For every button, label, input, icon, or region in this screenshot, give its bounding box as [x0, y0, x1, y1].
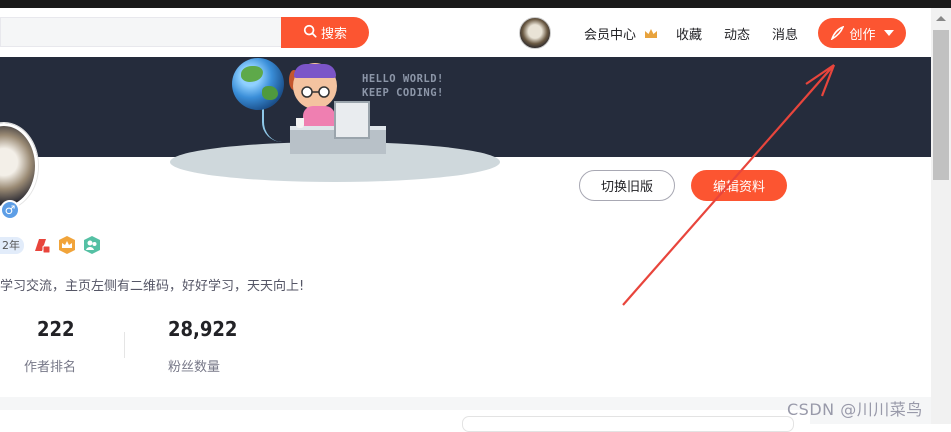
user-avatar[interactable]: [519, 17, 551, 49]
community-badge-icon[interactable]: [82, 235, 102, 255]
author-rank-value: 222: [37, 317, 75, 341]
coder-headband: [294, 64, 336, 78]
nav-item-messages[interactable]: 消息: [772, 24, 798, 43]
search-input[interactable]: [0, 17, 282, 47]
years-badge: 2年: [0, 237, 24, 254]
blog-badge-icon[interactable]: [32, 235, 52, 255]
scrollbar-thumb[interactable]: [933, 30, 949, 180]
browser-top-strip: [0, 0, 951, 8]
nav-item-member-center[interactable]: 会员中心: [584, 24, 636, 43]
chevron-down-icon: [883, 30, 894, 36]
profile-banner: [0, 57, 931, 157]
followers-count-value: 28,922: [168, 317, 238, 341]
banner-slogan: HELLO WORLD! KEEP CODING!: [362, 72, 444, 100]
nav-item-activity[interactable]: 动态: [724, 24, 750, 43]
coder-glasses: [301, 86, 330, 98]
search-button-label: 搜索: [320, 27, 347, 42]
nav-item-favorites[interactable]: 收藏: [676, 24, 702, 43]
create-button[interactable]: 创作: [818, 18, 906, 48]
switch-old-version-button[interactable]: 切换旧版: [579, 170, 675, 201]
pen-icon: [830, 25, 845, 41]
crown-badge-icon[interactable]: [57, 235, 77, 255]
banner-slogan-line2: KEEP CODING!: [362, 87, 444, 99]
globe-land: [262, 86, 278, 100]
edit-profile-button[interactable]: 编辑资料: [691, 170, 787, 201]
banner-slogan-line1: HELLO WORLD!: [362, 73, 444, 85]
crown-icon: [644, 25, 658, 38]
male-icon: ♂: [0, 200, 20, 220]
top-navbar: 搜索 会员中心 收藏 动态 消息 创作: [0, 8, 931, 58]
monitor-illustration: [334, 101, 370, 139]
profile-bio: 学习交流，主页左侧有二维码，好好学习，天天向上!: [0, 279, 305, 294]
scroll-up-arrow-icon[interactable]: [936, 16, 946, 21]
search-button[interactable]: 搜索: [281, 17, 369, 48]
csdn-watermark: CSDN @川川菜鸟: [787, 400, 923, 419]
cup-illustration: [296, 118, 304, 128]
stats-divider: [124, 332, 125, 358]
author-rank-label: 作者排名: [24, 360, 77, 375]
create-button-label: 创作: [849, 27, 876, 43]
search-icon: [303, 24, 317, 42]
followers-count-label: 粉丝数量: [168, 360, 221, 375]
content-tab-bar: [462, 416, 794, 432]
